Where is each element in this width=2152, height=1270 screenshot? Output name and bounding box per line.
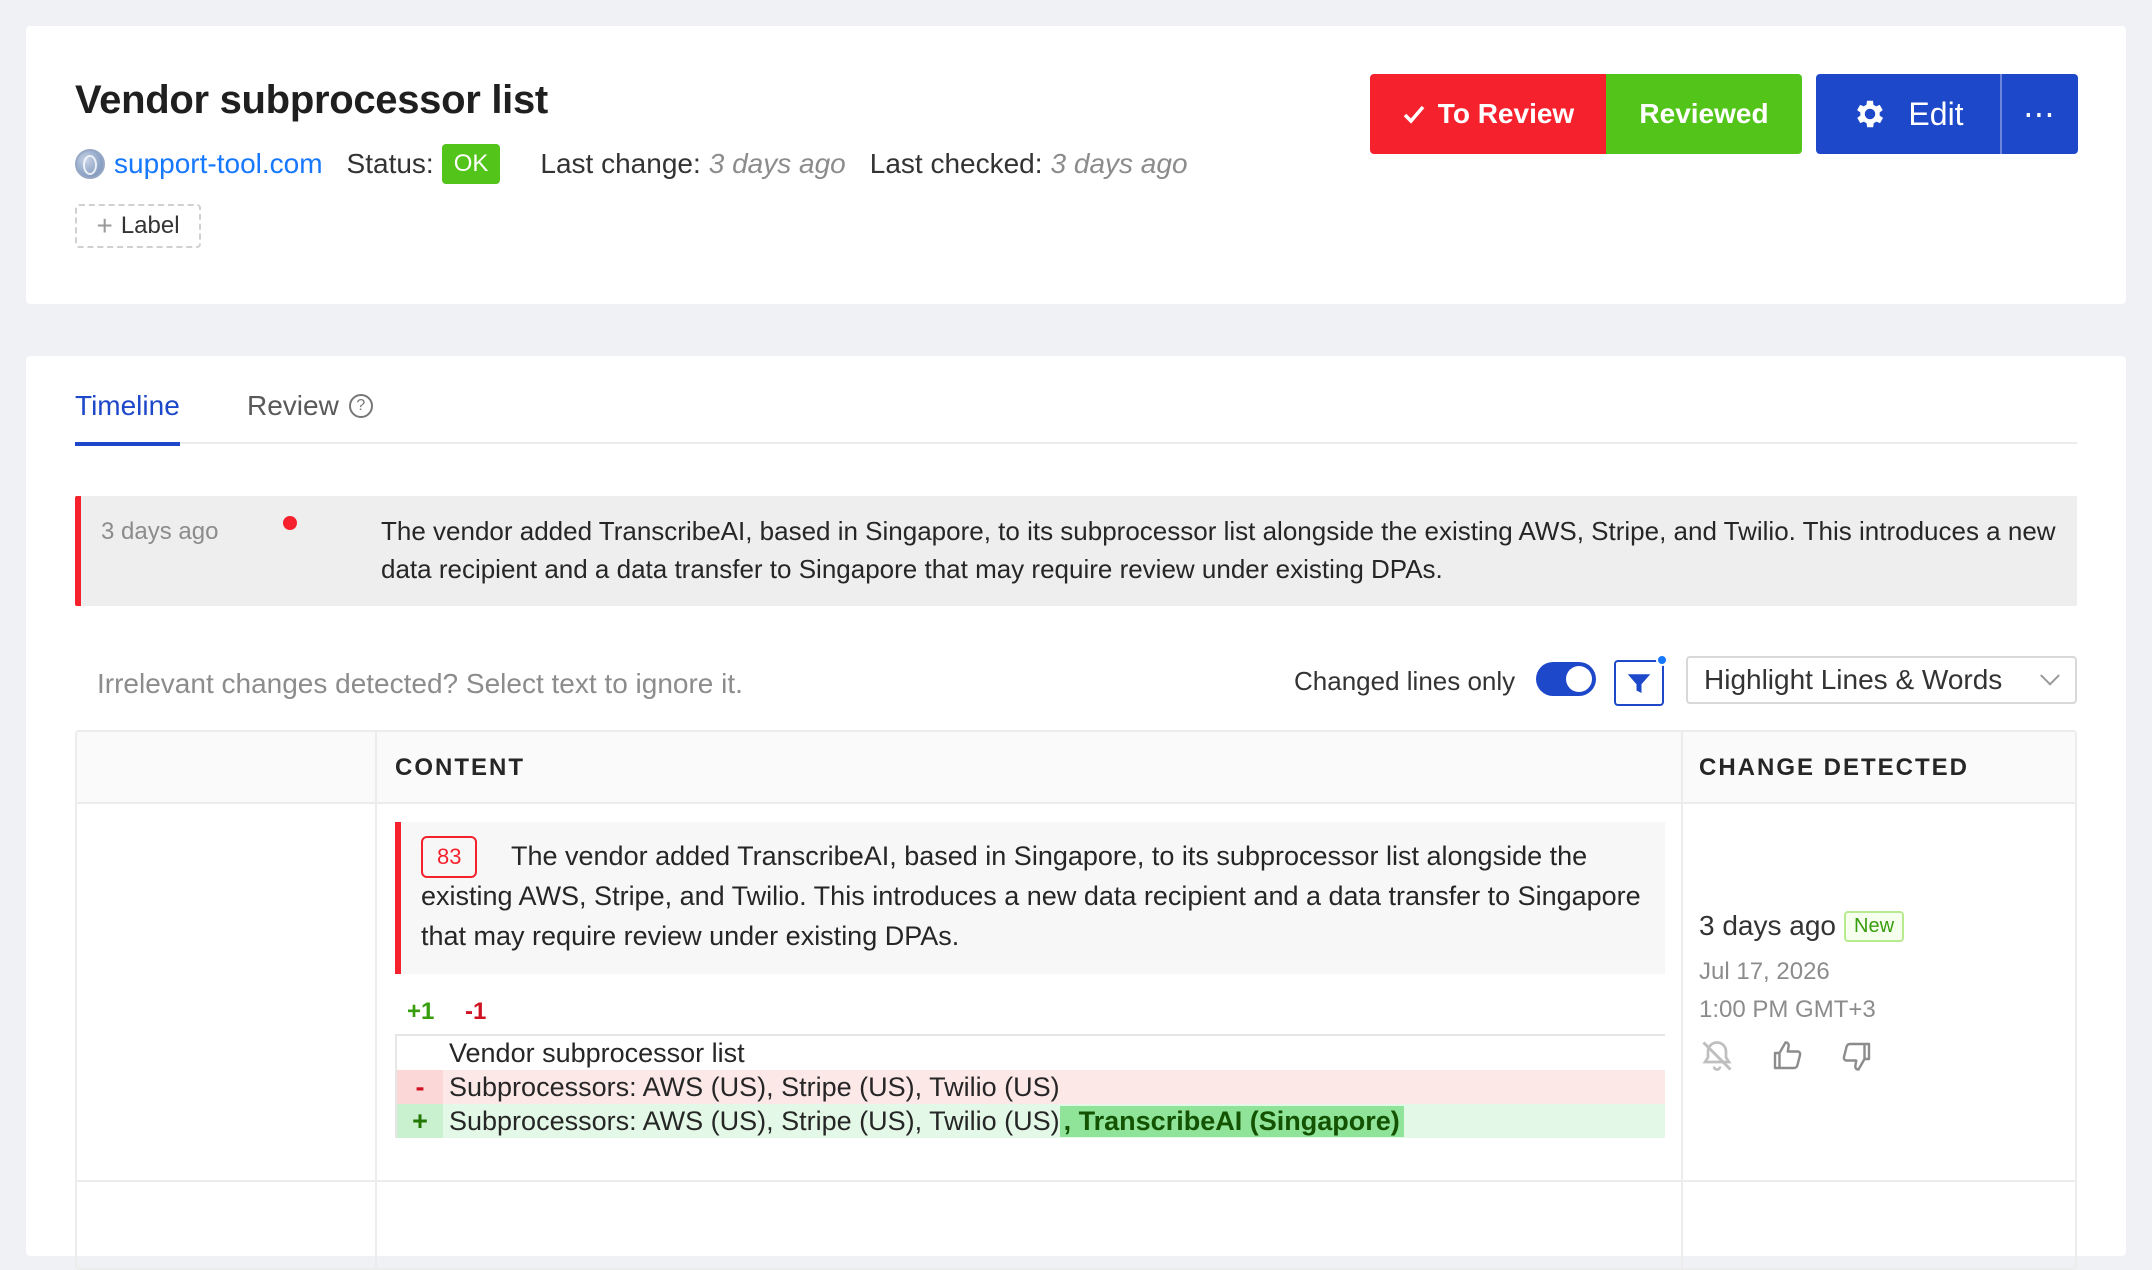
more-options-button[interactable]: ⋯: [2000, 74, 2078, 154]
diff-text: Subprocessors: AWS (US), Stripe (US), Tw…: [449, 1105, 1060, 1136]
removed-count: -1: [465, 998, 487, 1025]
summary-time: 3 days ago: [101, 518, 219, 545]
diff-sign: +: [397, 1104, 443, 1138]
to-review-button[interactable]: To Review: [1370, 74, 1606, 154]
summary-text: The vendor added TranscribeAI, based in …: [381, 516, 2056, 584]
diff-sign: -: [397, 1070, 443, 1104]
added-count: +1: [407, 998, 435, 1025]
diff-text: Subprocessors: AWS (US), Stripe (US), Tw…: [449, 1071, 1060, 1102]
edit-label: Edit: [1908, 95, 1964, 132]
detected-relative: 3 days ago New: [1699, 910, 1905, 942]
column-header-change-detected: CHANGE DETECTED: [1699, 754, 1970, 781]
last-checked-label: Last checked:: [869, 148, 1043, 179]
last-change-value: 3 days ago: [708, 148, 846, 179]
detected-time: 1:00 PM GMT+3: [1699, 996, 1876, 1023]
diff-added-highlight: , TranscribeAI (Singapore): [1059, 1105, 1404, 1137]
changed-lines-label: Changed lines only: [1294, 666, 1516, 696]
reviewed-button[interactable]: Reviewed: [1606, 74, 1802, 154]
changed-lines-toggle[interactable]: [1536, 662, 1596, 696]
tab-bar: Timeline Review ?: [75, 382, 2077, 446]
diff-line-added: + Subprocessors: AWS (US), Stripe (US), …: [397, 1104, 1665, 1138]
change-text: The vendor added TranscribeAI, based in …: [421, 841, 1641, 951]
diff-line-removed: - Subprocessors: AWS (US), Stripe (US), …: [397, 1070, 1665, 1104]
detected-date: Jul 17, 2026: [1699, 958, 1830, 985]
unread-dot-icon: [283, 516, 297, 530]
timeline-panel: Timeline Review ? 3 days ago The vendor …: [26, 356, 2126, 1270]
chevron-down-icon: [2040, 665, 2060, 686]
highlight-mode-select[interactable]: Highlight Lines & Words: [1686, 656, 2077, 704]
edit-button[interactable]: Edit: [1816, 74, 2000, 154]
meta-row: support-tool.com Status: OK Last change:…: [75, 142, 1212, 186]
page-title: Vendor subprocessor list: [75, 78, 548, 122]
mute-notification-icon[interactable]: [1699, 1038, 1735, 1074]
add-label-button[interactable]: + Label: [75, 204, 201, 248]
tab-timeline[interactable]: Timeline: [75, 390, 180, 446]
line-number-badge[interactable]: 83: [421, 836, 478, 878]
add-label-text: Label: [120, 212, 180, 239]
detected-relative-text: 3 days ago: [1699, 910, 1836, 941]
change-description: The vendor added TranscribeAI, based in …: [395, 822, 1665, 974]
change-summary: 3 days ago The vendor added TranscribeAI…: [75, 496, 2077, 606]
diff-counts: +1 -1: [407, 998, 486, 1026]
tab-review[interactable]: Review ?: [247, 390, 373, 422]
monitor-header: Vendor subprocessor list support-tool.co…: [26, 26, 2126, 304]
thumbs-down-icon[interactable]: [1839, 1038, 1875, 1074]
site-link[interactable]: support-tool.com: [114, 148, 323, 180]
column-divider: [375, 732, 377, 1268]
diff-view[interactable]: Vendor subprocessor list - Subprocessors…: [395, 1034, 1665, 1138]
thumbs-up-icon[interactable]: [1769, 1038, 1805, 1074]
toggle-knob: [1566, 666, 1592, 692]
change-actions: [1699, 1038, 1875, 1074]
filter-active-dot: [1656, 654, 1668, 666]
ignore-hint: Irrelevant changes detected? Select text…: [97, 668, 743, 699]
diff-text: Vendor subprocessor list: [449, 1037, 745, 1068]
status-badge: OK: [441, 144, 501, 184]
globe-icon: [75, 149, 105, 179]
check-icon: [1403, 105, 1425, 124]
status-label: Status:: [346, 148, 434, 179]
last-checked-value: 3 days ago: [1050, 148, 1188, 179]
row-divider: [77, 1180, 2075, 1182]
highlight-mode-value: Highlight Lines & Words: [1704, 664, 2003, 695]
plus-icon: +: [96, 210, 113, 241]
filter-icon: [1627, 674, 1651, 693]
last-change-label: Last change:: [540, 148, 701, 179]
column-divider: [1681, 732, 1683, 1268]
column-header-content: CONTENT: [395, 754, 525, 781]
tab-review-label: Review: [247, 390, 339, 421]
tab-timeline-label: Timeline: [75, 390, 180, 421]
diff-line-context: Vendor subprocessor list: [397, 1036, 1665, 1070]
filter-button[interactable]: [1614, 654, 1668, 706]
diff-sign: [397, 1036, 443, 1070]
help-icon[interactable]: ?: [348, 394, 373, 418]
review-state-group: To Review Reviewed: [1370, 74, 1802, 154]
to-review-label: To Review: [1437, 98, 1575, 129]
changes-table: CONTENT CHANGE DETECTED The vendor added…: [75, 730, 2077, 1270]
edit-group: Edit ⋯: [1816, 74, 2078, 154]
gear-icon: [1857, 100, 1884, 128]
new-badge: New: [1844, 910, 1905, 942]
